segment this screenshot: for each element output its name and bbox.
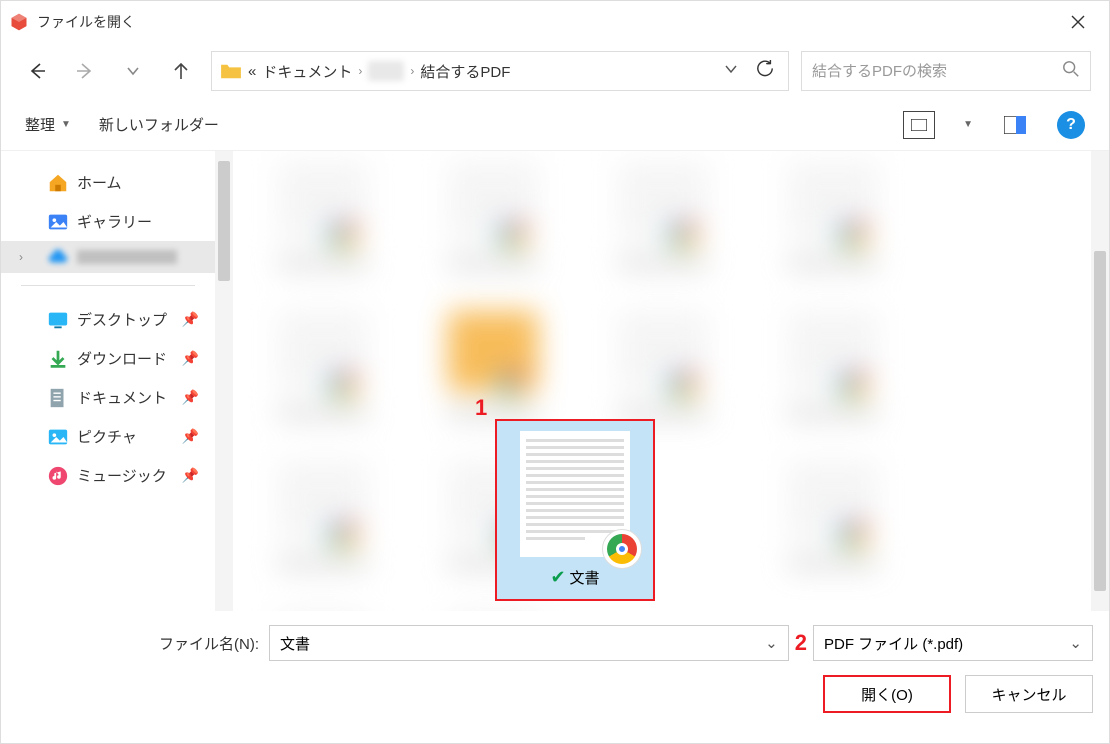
chevron-right-icon: › xyxy=(358,64,362,78)
sidebar-item-desktop[interactable]: デスクトップ 📌 xyxy=(1,300,215,339)
sidebar-item-gallery[interactable]: ギャラリー xyxy=(1,202,215,241)
app-icon xyxy=(9,12,29,32)
chevron-down-icon xyxy=(724,62,738,76)
window-title: ファイルを開く xyxy=(37,12,1055,32)
chevron-down-icon[interactable]: ⌄ xyxy=(1069,634,1082,652)
pin-icon: 📌 xyxy=(182,311,199,328)
filename-input[interactable]: 文書 ⌄ xyxy=(269,625,789,661)
gallery-icon xyxy=(47,211,69,233)
filename-value: 文書 xyxy=(280,633,310,654)
file-tile-selected[interactable]: ✔ 文書 xyxy=(495,419,655,601)
breadcrumb-redacted xyxy=(368,61,404,81)
main-area: ホーム ギャラリー › デスクトップ 📌 ダウンロード 📌 ドキュメント 📌 xyxy=(1,151,1109,611)
organize-menu[interactable]: 整理 ▼ xyxy=(25,114,71,135)
breadcrumb[interactable]: « ドキュメント › › 結合するPDF xyxy=(211,51,789,91)
pin-icon: 📌 xyxy=(182,389,199,406)
refresh-button[interactable] xyxy=(750,60,780,83)
sidebar-item-downloads[interactable]: ダウンロード 📌 xyxy=(1,339,215,378)
open-button[interactable]: 開く(O) xyxy=(823,675,951,713)
view-mode-dropdown[interactable]: ▼ xyxy=(963,119,973,130)
arrow-up-icon xyxy=(171,61,191,81)
pictures-icon xyxy=(47,426,69,448)
blurred-files xyxy=(233,151,1091,611)
preview-pane-button[interactable] xyxy=(1001,111,1029,139)
chevron-down-icon: ▼ xyxy=(61,119,71,130)
forward-button[interactable] xyxy=(67,53,103,89)
arrow-right-icon xyxy=(75,61,95,81)
sidebar-label: ドキュメント xyxy=(77,387,167,408)
sidebar-item-onedrive[interactable]: › xyxy=(1,241,215,273)
new-folder-button[interactable]: 新しいフォルダー xyxy=(99,114,219,135)
scrollbar-thumb[interactable] xyxy=(218,161,230,281)
chevron-down-icon xyxy=(126,64,140,78)
sidebar-item-pictures[interactable]: ピクチャ 📌 xyxy=(1,417,215,456)
sidebar-label: デスクトップ xyxy=(77,309,167,330)
thumbnail-icon xyxy=(911,119,927,131)
sidebar-label: ピクチャ xyxy=(77,426,137,447)
filename-label: ファイル名(N): xyxy=(159,633,259,654)
sidebar-label: ホーム xyxy=(77,172,122,193)
chrome-icon xyxy=(602,529,642,569)
pin-icon: 📌 xyxy=(182,467,199,484)
sidebar-item-music[interactable]: ミュージック 📌 xyxy=(1,456,215,495)
scrollbar-thumb[interactable] xyxy=(1094,251,1106,591)
sidebar-label: ミュージック xyxy=(77,465,167,486)
search-input[interactable] xyxy=(812,63,1062,80)
file-caption: ✔ 文書 xyxy=(550,567,599,588)
arrow-left-icon xyxy=(27,61,47,81)
nav-bar: « ドキュメント › › 結合するPDF xyxy=(1,43,1109,99)
download-icon xyxy=(47,348,69,370)
breadcrumb-more: « xyxy=(248,63,256,80)
file-thumbnail xyxy=(520,431,630,557)
file-scrollbar[interactable] xyxy=(1091,151,1109,611)
sidebar-label: ギャラリー xyxy=(77,211,152,232)
up-button[interactable] xyxy=(163,53,199,89)
search-box[interactable] xyxy=(801,51,1091,91)
footer: ファイル名(N): 文書 ⌄ 2 PDF ファイル (*.pdf) ⌄ 開く(O… xyxy=(1,611,1109,729)
help-button[interactable]: ? xyxy=(1057,111,1085,139)
toolbar: 整理 ▼ 新しいフォルダー ▼ ? xyxy=(1,99,1109,151)
breadcrumb-seg1[interactable]: ドキュメント xyxy=(262,61,352,82)
chevron-down-icon[interactable]: ⌄ xyxy=(765,634,778,652)
music-icon xyxy=(47,465,69,487)
pin-icon: 📌 xyxy=(182,350,199,367)
refresh-icon xyxy=(756,60,774,78)
filetype-value: PDF ファイル (*.pdf) xyxy=(824,633,963,654)
back-button[interactable] xyxy=(19,53,55,89)
chevron-right-icon: › xyxy=(19,250,23,264)
sidebar-item-home[interactable]: ホーム xyxy=(1,163,215,202)
annotation-2: 2 xyxy=(795,630,807,656)
chevron-right-icon: › xyxy=(410,64,414,78)
sidebar: ホーム ギャラリー › デスクトップ 📌 ダウンロード 📌 ドキュメント 📌 xyxy=(1,151,215,611)
history-dropdown[interactable] xyxy=(115,53,151,89)
folder-icon xyxy=(220,62,242,80)
sidebar-item-documents[interactable]: ドキュメント 📌 xyxy=(1,378,215,417)
sidebar-label: ダウンロード xyxy=(77,348,167,369)
close-icon xyxy=(1071,15,1085,29)
view-mode-button[interactable] xyxy=(903,111,935,139)
filetype-select[interactable]: PDF ファイル (*.pdf) ⌄ xyxy=(813,625,1093,661)
breadcrumb-dropdown[interactable] xyxy=(718,62,744,81)
title-bar: ファイルを開く xyxy=(1,1,1109,43)
cancel-button[interactable]: キャンセル xyxy=(965,675,1093,713)
search-icon[interactable] xyxy=(1062,60,1080,83)
pin-icon: 📌 xyxy=(182,428,199,445)
home-icon xyxy=(47,172,69,194)
layout-icon xyxy=(1004,116,1026,134)
file-name: 文書 xyxy=(570,567,600,588)
sidebar-scrollbar[interactable] xyxy=(215,151,233,611)
desktop-icon xyxy=(47,309,69,331)
sidebar-divider xyxy=(21,285,195,286)
sidebar-label-redacted xyxy=(77,250,177,264)
annotation-1: 1 xyxy=(475,395,487,421)
breadcrumb-seg2[interactable]: 結合するPDF xyxy=(420,61,510,82)
file-list[interactable]: 1 ✔ 文書 xyxy=(233,151,1091,611)
cloud-icon xyxy=(47,246,69,268)
organize-label: 整理 xyxy=(25,114,55,135)
check-icon: ✔ xyxy=(550,567,565,588)
document-icon xyxy=(47,387,69,409)
close-button[interactable] xyxy=(1055,1,1101,43)
